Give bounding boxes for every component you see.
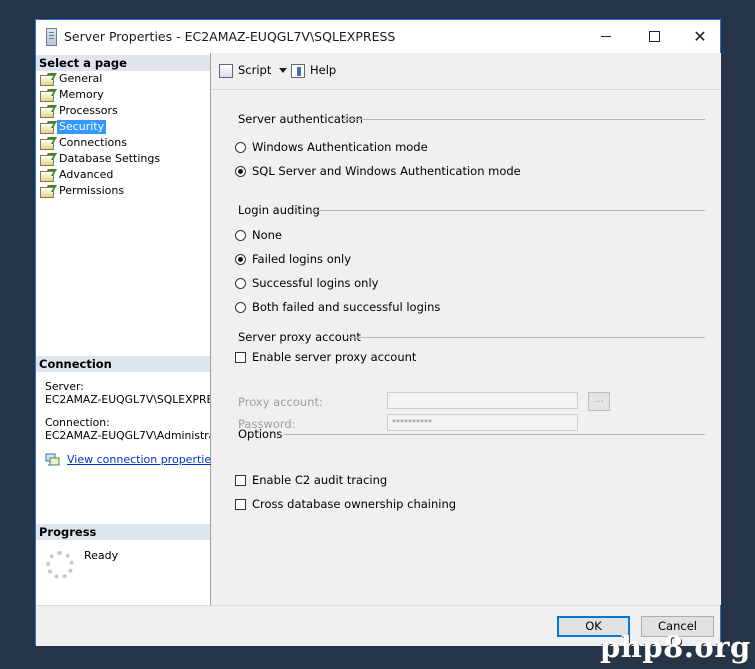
security-page: Script Help Server authentication Window… [211,53,721,605]
proxy-account-field[interactable] [387,392,578,409]
page-item-general[interactable]: General [40,72,102,86]
radio-label: Failed logins only [252,252,352,266]
radio-label: Successful logins only [252,276,379,290]
page-label: Advanced [59,168,114,181]
close-button[interactable]: ✕ [677,20,723,53]
options-title: Options [238,427,283,441]
radio-label: None [252,228,283,242]
server-properties-icon [46,28,57,46]
page-label: Security [57,120,107,134]
page-item-connections[interactable]: Connections [40,136,127,150]
page-label: Permissions [59,184,125,197]
page-item-advanced[interactable]: Advanced [40,168,113,182]
connection-properties-icon [45,453,60,466]
help-icon [291,63,305,78]
radio-indicator [235,166,246,177]
title-bar[interactable]: Server Properties - EC2AMAZ-EUQGL7V\SQLE… [36,20,720,53]
radio-label: Windows Authentication mode [252,140,428,154]
radio-indicator [235,142,246,153]
page-icon [40,169,55,182]
checkbox-indicator [235,499,246,510]
page-item-security[interactable]: Security [40,120,107,134]
sql-windows-authentication-radio[interactable]: SQL Server and Windows Authentication mo… [235,164,521,178]
script-icon [219,63,233,78]
radio-label: SQL Server and Windows Authentication mo… [252,164,521,178]
page-label: Memory [59,88,104,101]
audit-both-radio[interactable]: Both failed and successful logins [235,300,440,314]
server-label: Server: [45,380,84,393]
radio-indicator [235,230,246,241]
group-divider [283,434,705,435]
group-divider [311,210,705,211]
page-icon [40,153,55,166]
page-icon [40,89,55,102]
page-icon [40,185,55,198]
connection-value: EC2AMAZ-EUQGL7V\Administrator [45,429,210,442]
server-value: EC2AMAZ-EUQGL7V\SQLEXPRESS [45,393,210,406]
progress-spinner-icon [46,551,74,579]
maximize-button[interactable] [631,20,677,53]
window-title: Server Properties - EC2AMAZ-EUQGL7V\SQLE… [64,29,396,44]
windows-authentication-radio[interactable]: Windows Authentication mode [235,140,428,154]
page-label: Database Settings [59,152,161,165]
checkbox-label: Enable C2 audit tracing [252,473,388,487]
proxy-account-title: Server proxy account [238,330,361,344]
checkbox-label: Enable server proxy account [252,350,417,364]
close-icon: ✕ [693,27,707,46]
login-auditing-title: Login auditing [238,203,320,217]
connection-header: Connection [36,356,210,372]
group-divider [347,337,705,338]
browse-proxy-account-button[interactable]: ... [588,392,610,411]
c2-audit-tracing-checkbox[interactable]: Enable C2 audit tracing [235,473,387,487]
page-item-memory[interactable]: Memory [40,88,104,102]
audit-none-radio[interactable]: None [235,228,282,242]
left-pane: Select a page General Memory Processors … [36,53,217,605]
script-label: Script [238,63,272,77]
maximize-icon [648,30,660,42]
view-connection-properties-link[interactable]: View connection properties [67,453,217,466]
progress-header: Progress [36,524,210,540]
page-icon [40,73,55,86]
page-icon [40,137,55,150]
page-label: General [59,72,103,85]
password-field[interactable]: ********** [387,414,578,431]
audit-failed-logins-radio[interactable]: Failed logins only [235,252,351,266]
page-item-permissions[interactable]: Permissions [40,184,124,198]
proxy-account-label: Proxy account: [238,395,323,409]
radio-label: Both failed and successful logins [252,300,441,314]
page-label: Processors [59,104,118,117]
audit-successful-logins-radio[interactable]: Successful logins only [235,276,378,290]
help-label: Help [310,63,337,77]
checkbox-indicator [235,352,246,363]
checkbox-indicator [235,475,246,486]
page-icon [40,105,55,118]
progress-status: Ready [84,549,119,562]
chevron-down-icon[interactable] [279,68,288,73]
group-divider [341,119,705,120]
toolbar: Script Help [211,53,721,90]
help-button[interactable]: Help [291,61,336,79]
watermark: php8.org [600,630,751,664]
checkbox-label: Cross database ownership chaining [252,497,457,511]
page-item-processors[interactable]: Processors [40,104,118,118]
page-icon [40,121,55,134]
server-properties-dialog: Server Properties - EC2AMAZ-EUQGL7V\SQLE… [35,19,721,646]
page-item-database-settings[interactable]: Database Settings [40,152,160,166]
radio-indicator [235,254,246,265]
page-label: Connections [59,136,127,149]
connection-label: Connection: [45,416,110,429]
minimize-button[interactable] [583,20,629,53]
radio-indicator [235,278,246,289]
enable-proxy-account-checkbox[interactable]: Enable server proxy account [235,350,416,364]
script-button[interactable]: Script [219,61,288,79]
minimize-icon [601,35,611,37]
radio-indicator [235,302,246,313]
cross-db-ownership-checkbox[interactable]: Cross database ownership chaining [235,497,456,511]
select-page-header: Select a page [36,55,210,71]
